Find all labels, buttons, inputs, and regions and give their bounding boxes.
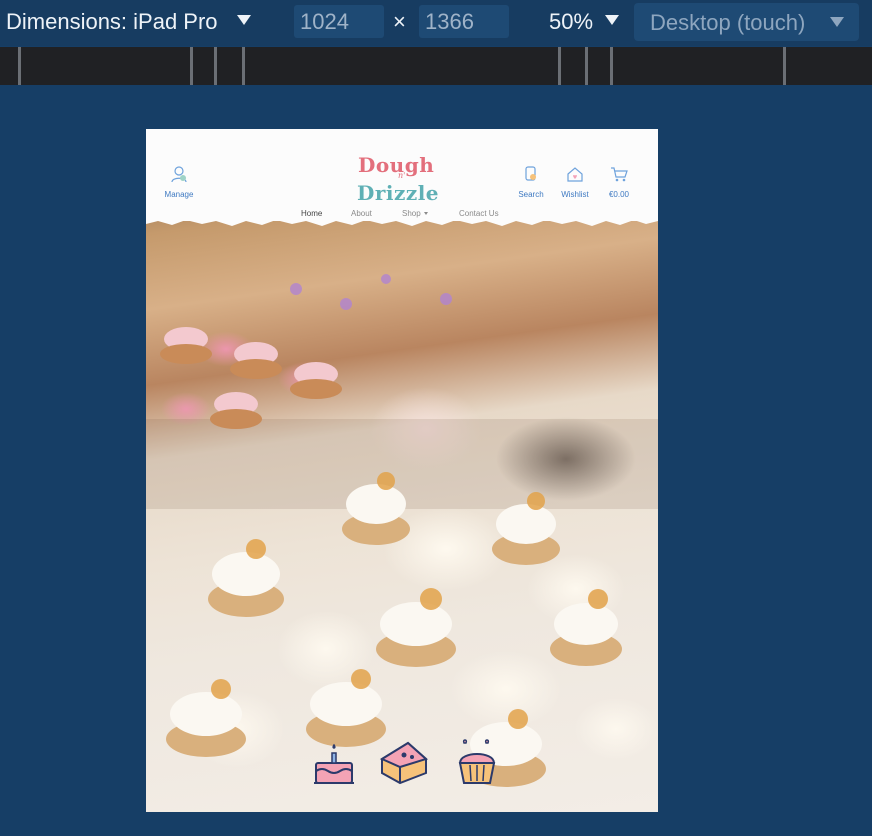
- hero-category-icons: [306, 737, 506, 789]
- search-label: Search: [518, 190, 544, 199]
- nav-shop[interactable]: Shop: [402, 209, 428, 218]
- ruler-tick[interactable]: [558, 47, 561, 85]
- cart-link[interactable]: €0.00: [604, 165, 634, 199]
- media-query-ruler: [0, 47, 872, 85]
- chevron-down-icon: [423, 212, 428, 216]
- nav-shop-label: Shop: [402, 209, 421, 218]
- device-toolbar: Dimensions: iPad Pro 1024 × 1366 50% Des…: [0, 0, 872, 46]
- birthday-cake-icon[interactable]: [310, 739, 358, 787]
- home-heart-icon: [567, 167, 583, 182]
- chevron-down-icon[interactable]: [237, 15, 251, 25]
- nav-about[interactable]: About: [351, 209, 372, 218]
- emulated-viewport[interactable]: Manage Dough n' Drizzle Search Wishlist …: [146, 129, 658, 812]
- nav-home[interactable]: Home: [301, 209, 322, 218]
- wishlist-label: Wishlist: [561, 190, 589, 199]
- zoom-dropdown[interactable]: 50%: [549, 8, 593, 36]
- hero-image: [146, 129, 658, 812]
- cupcake-icon[interactable]: [452, 737, 502, 787]
- ruler-tick[interactable]: [783, 47, 786, 85]
- ruler-tick[interactable]: [18, 47, 21, 85]
- device-type-label: Desktop (touch): [650, 10, 806, 35]
- search-link[interactable]: Search: [516, 165, 546, 199]
- manage-link[interactable]: Manage: [162, 165, 196, 199]
- dimensions-dropdown[interactable]: Dimensions: iPad Pro: [6, 8, 218, 36]
- user-icon: [171, 166, 187, 183]
- logo-join: n': [398, 171, 406, 180]
- ruler-tick[interactable]: [610, 47, 613, 85]
- height-input[interactable]: 1366: [419, 5, 509, 38]
- hero-photo-illustration: [146, 274, 658, 787]
- ruler-tick[interactable]: [214, 47, 217, 85]
- chevron-down-icon: [830, 17, 844, 27]
- cart-total: €0.00: [608, 190, 630, 199]
- logo-line2: Drizzle: [357, 181, 440, 205]
- manage-label: Manage: [164, 190, 194, 199]
- ruler-tick[interactable]: [585, 47, 588, 85]
- times-sign: ×: [393, 9, 406, 34]
- chevron-down-icon[interactable]: [605, 15, 619, 25]
- search-icon: [525, 166, 536, 181]
- nav-contact[interactable]: Contact Us: [459, 209, 499, 218]
- wishlist-link[interactable]: Wishlist: [558, 165, 592, 199]
- logo-line1: Dough: [358, 153, 435, 177]
- device-type-dropdown[interactable]: Desktop (touch): [634, 3, 859, 41]
- cart-icon: [611, 167, 628, 182]
- width-input[interactable]: 1024: [294, 5, 384, 38]
- ruler-tick[interactable]: [242, 47, 245, 85]
- ruler-tick[interactable]: [190, 47, 193, 85]
- cake-slice-icon[interactable]: [378, 737, 430, 787]
